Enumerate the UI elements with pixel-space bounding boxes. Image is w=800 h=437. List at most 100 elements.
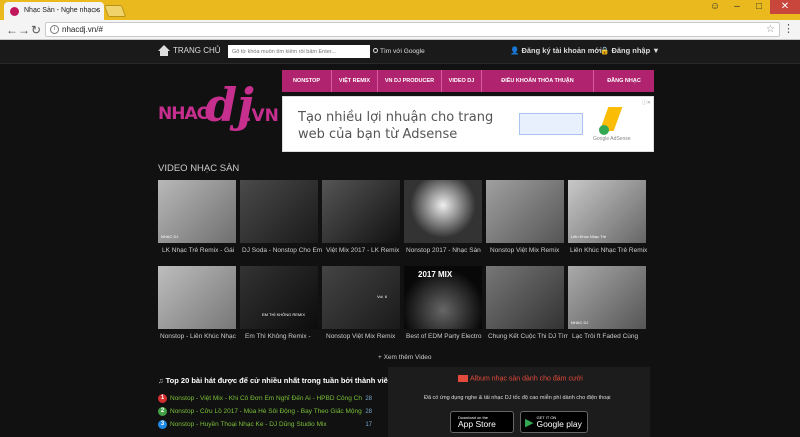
thumb-badge: Liên Khúc Nhạc Trẻ bbox=[571, 234, 607, 239]
nav-viet-remix[interactable]: VIỆT REMIX bbox=[332, 70, 378, 92]
video-caption[interactable]: Liên Khúc Nhạc Trẻ Remix bbox=[570, 247, 650, 254]
video-image bbox=[486, 266, 564, 329]
browser-toolbar: ← → ↻ i nhacdj.vn/# ☆ ⋮ bbox=[0, 20, 800, 40]
video-caption[interactable]: Việt Mix 2017 - LK Remix bbox=[326, 247, 406, 254]
video-caption[interactable]: Best of EDM Party Electro bbox=[406, 333, 486, 340]
nav-vn-dj-producer[interactable]: VN DJ PRODUCER bbox=[378, 70, 442, 92]
top20-item[interactable]: 3 Nonstop - Huyền Thoại Nhạc Ke - DJ Dũng… bbox=[158, 420, 372, 429]
search-icon bbox=[373, 48, 378, 53]
video-image bbox=[240, 266, 318, 329]
google-play-button[interactable]: ▶ GET IT ON Google play bbox=[520, 411, 588, 433]
ad-brand: Google AdSense bbox=[593, 136, 631, 142]
ad-text: Tạo nhiều lợi nhuận cho trang web của bạ… bbox=[298, 110, 494, 142]
video-thumbnail[interactable] bbox=[240, 180, 318, 243]
login-label: Đăng nhập ▼ bbox=[611, 46, 660, 55]
video-thumbnail[interactable]: Liên Khúc Nhạc Trẻ bbox=[568, 180, 646, 243]
video-thumbnail[interactable]: EM THÌ KHÔNG REMIX bbox=[240, 266, 318, 329]
top20-item[interactable]: 1 Nonstop - Việt Mix - Khi Cô Đơn Em Nghĩ… bbox=[158, 394, 372, 403]
video-image bbox=[240, 180, 318, 243]
rank-count: 28 bbox=[365, 408, 372, 415]
browser-tab[interactable]: Nhạc Sàn - Nghe nhạc s ✕ bbox=[4, 2, 104, 20]
nav-nonstop[interactable]: NONSTOP bbox=[282, 70, 332, 92]
thumb-badge: EM THÌ KHÔNG REMIX bbox=[262, 312, 306, 317]
video-caption[interactable]: Chung Kết Cuộc Thi DJ Tìm bbox=[488, 333, 568, 340]
main-nav: NONSTOP VIỆT REMIX VN DJ PRODUCER VIDEO … bbox=[282, 70, 654, 92]
video-caption[interactable]: Lạc Trôi ft Faded Cùng bbox=[572, 333, 652, 340]
video-image bbox=[322, 266, 400, 329]
video-caption[interactable]: Nonstop - Liên Khúc Nhạc bbox=[160, 333, 240, 340]
video-image bbox=[404, 180, 482, 243]
address-bar[interactable]: i nhacdj.vn/# ☆ bbox=[45, 22, 780, 37]
video-caption[interactable]: Nonstop 2017 - Nhạc Sàn bbox=[406, 247, 486, 254]
nav-terms[interactable]: ĐIỀU KHOẢN THỎA THUẬN bbox=[482, 70, 594, 92]
album-link[interactable]: Album nhạc sàn dành cho đám cưới bbox=[458, 375, 583, 382]
video-thumbnail[interactable] bbox=[404, 180, 482, 243]
video-thumbnail[interactable] bbox=[322, 180, 400, 243]
site-favicon-icon bbox=[10, 7, 19, 16]
nav-upload[interactable]: ĐĂNG NHẠC bbox=[594, 70, 654, 92]
video-caption[interactable]: LK Nhạc Trẻ Remix - Gái bbox=[162, 247, 242, 254]
video-image bbox=[158, 266, 236, 329]
site-logo[interactable]: NHAC dj .VN bbox=[155, 76, 280, 150]
reload-icon[interactable]: ↻ bbox=[31, 23, 41, 37]
thumb-badge: NHẠC DJ bbox=[161, 234, 179, 239]
video-thumbnail[interactable] bbox=[486, 266, 564, 329]
adsense-banner[interactable]: Tạo nhiều lợi nhuận cho trang web của bạ… bbox=[282, 96, 654, 152]
logo-vn: .VN bbox=[245, 106, 279, 126]
new-tab-button[interactable] bbox=[103, 5, 127, 17]
rank-title: Nonstop - Huyền Thoại Nhạc Ke - DJ Dũng … bbox=[170, 421, 327, 428]
nav-video-dj[interactable]: VIDEO DJ bbox=[442, 70, 482, 92]
thumb-badge: NHAC DJ bbox=[571, 320, 589, 325]
info-icon[interactable]: i bbox=[50, 25, 59, 34]
app-store-button[interactable]: Download on the App Store bbox=[450, 411, 514, 433]
thumb-badge: Vol. 6 bbox=[377, 294, 388, 299]
browser-menu-icon[interactable]: ⋮ bbox=[783, 22, 794, 35]
video-thumbnail[interactable] bbox=[486, 180, 564, 243]
site-top-bar: TRANG CHỦ Tìm với Google 👤 Đăng ký tài k… bbox=[0, 40, 800, 64]
video-thumbnail[interactable]: NHẠC DJ bbox=[158, 180, 236, 243]
music-note-icon: ♫ bbox=[158, 376, 164, 385]
video-caption[interactable]: Nonstop Việt Mix Remix bbox=[490, 247, 570, 254]
video-thumbnail[interactable] bbox=[158, 266, 236, 329]
minimize-icon[interactable]: – bbox=[726, 0, 748, 14]
thumb-badge: 2017 MIX bbox=[418, 270, 453, 279]
ad-button[interactable] bbox=[519, 113, 583, 135]
app-description: Đã có ứng dụng nghe & tải nhạc DJ tốc độ… bbox=[424, 395, 611, 401]
google-search-button[interactable]: Tìm với Google bbox=[373, 45, 425, 55]
bookmark-star-icon[interactable]: ☆ bbox=[766, 24, 775, 35]
url-text: nhacdj.vn/# bbox=[62, 25, 103, 34]
appstore-big: App Store bbox=[458, 419, 496, 429]
user-icon[interactable]: ☺ bbox=[704, 0, 726, 14]
back-arrow-icon[interactable]: ← bbox=[6, 23, 18, 37]
video-thumbnail[interactable]: 2017 MIX bbox=[404, 266, 482, 329]
more-videos-link[interactable]: + Xem thêm Video bbox=[378, 354, 432, 361]
ad-choices-icon[interactable]: ⓘ✕ bbox=[642, 99, 651, 106]
video-thumbnail[interactable]: NHAC DJ bbox=[568, 266, 646, 329]
adsense-logo-icon bbox=[599, 107, 623, 135]
video-image bbox=[486, 180, 564, 243]
maximize-icon[interactable]: □ bbox=[748, 0, 770, 14]
home-icon bbox=[158, 45, 170, 56]
rank-count: 28 bbox=[365, 395, 372, 402]
video-section-title: VIDEO NHẠC SÀN bbox=[158, 163, 240, 174]
login-link[interactable]: 🔒 Đăng nhập ▼ bbox=[600, 46, 660, 55]
rank-number: 2 bbox=[158, 407, 167, 416]
top20-item[interactable]: 2 Nonstop - Cửu Lồ 2017 - Mùa Hè Sôi Động… bbox=[158, 407, 372, 416]
googleplay-big: Google play bbox=[536, 419, 582, 429]
video-caption[interactable]: DJ Soda - Nonstop Cho Em bbox=[242, 247, 322, 254]
rank-title: Nonstop - Cửu Lồ 2017 - Mùa Hè Sôi Động … bbox=[170, 408, 363, 415]
tab-title: Nhạc Sàn - Nghe nhạc s bbox=[24, 7, 101, 14]
close-tab-icon[interactable]: ✕ bbox=[93, 6, 100, 15]
close-window-icon[interactable]: ✕ bbox=[770, 0, 800, 14]
album-icon bbox=[458, 375, 468, 382]
forward-arrow-icon[interactable]: → bbox=[18, 23, 30, 37]
video-caption[interactable]: Nonstop Việt Mix Remix bbox=[326, 333, 406, 340]
rank-count: 17 bbox=[365, 421, 372, 428]
register-link[interactable]: 👤 Đăng ký tài khoản mới bbox=[510, 46, 602, 55]
rank-number: 1 bbox=[158, 394, 167, 403]
video-thumbnail[interactable]: Vol. 6 bbox=[322, 266, 400, 329]
logo-nhac: NHAC bbox=[158, 104, 209, 124]
home-link[interactable]: TRANG CHỦ bbox=[158, 45, 221, 56]
video-caption[interactable]: Em Thì Không Remix - bbox=[245, 333, 325, 340]
search-input[interactable] bbox=[228, 45, 370, 58]
